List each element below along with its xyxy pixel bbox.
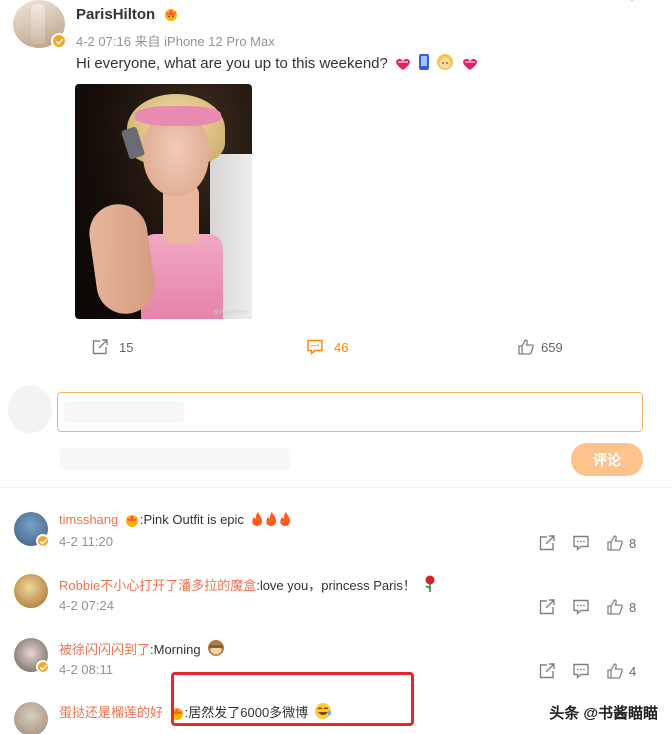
divider — [0, 487, 672, 488]
post-text: Hi everyone, what are you up to this wee… — [76, 53, 479, 72]
like-icon[interactable] — [606, 598, 624, 616]
heart-icon — [462, 58, 477, 70]
comment-item: Robbie不小心打开了潘多拉的魔盒:love you，princess Par… — [0, 572, 672, 632]
comment-actions: 8 — [532, 534, 672, 554]
image-watermark: @ParisHilton — [212, 310, 248, 316]
comment-icon[interactable] — [572, 598, 590, 616]
comment-username[interactable]: 蛋挞还是榴莲的好 — [59, 705, 163, 720]
verified-icon — [36, 534, 50, 548]
comment-button[interactable]: 46 — [306, 338, 348, 356]
share-icon[interactable] — [538, 534, 556, 552]
weibo-post: ParisHilton 4-2 07:16 来自 iPhone 12 Pro M… — [0, 0, 672, 380]
photo-arm — [85, 200, 159, 318]
comment-actions: 8 — [532, 598, 672, 618]
author-name[interactable]: ParisHilton — [76, 6, 179, 23]
composer-avatar — [8, 385, 52, 433]
commenter-avatar[interactable] — [14, 638, 50, 674]
woman-icon — [437, 54, 454, 70]
heart-icon — [396, 58, 410, 70]
composer-options — [60, 448, 290, 470]
comment-username[interactable]: Robbie不小心打开了潘多拉的魔盒 — [59, 578, 256, 593]
commenter-avatar[interactable] — [14, 574, 48, 608]
share-icon — [92, 339, 108, 355]
share-icon[interactable] — [538, 662, 556, 680]
verified-icon — [36, 660, 50, 674]
post-image[interactable]: @ParisHilton — [75, 84, 252, 319]
input-faded-placeholder — [64, 401, 184, 423]
comment-text: Robbie不小心打开了潘多拉的魔盒:love you，princess Par… — [59, 575, 438, 594]
share-icon[interactable] — [538, 598, 556, 616]
comment-time: 4-2 08:11 — [59, 662, 113, 677]
monkey-icon — [208, 640, 225, 656]
comment-time: 4-2 07:24 — [59, 598, 114, 613]
comment-like-count: 8 — [629, 600, 637, 615]
commenter-avatar[interactable] — [14, 702, 48, 734]
rose-icon — [425, 575, 434, 592]
submit-comment-button[interactable]: 评论 — [571, 443, 643, 476]
red-highlight-box — [171, 672, 414, 726]
like-icon[interactable] — [606, 662, 624, 680]
comment-icon[interactable] — [572, 662, 590, 680]
comment-actions: 4 — [532, 662, 672, 682]
comment-item: timsshang :Pink Outfit is epic 4-2 11:20… — [0, 508, 672, 568]
share-button[interactable]: 15 — [91, 338, 133, 356]
share-count: 15 — [119, 339, 134, 355]
comment-count: 46 — [334, 339, 349, 355]
comment-text: timsshang :Pink Outfit is epic — [59, 511, 292, 527]
like-button[interactable]: 659 — [517, 338, 563, 356]
comment-username[interactable]: timsshang — [59, 512, 118, 527]
author-avatar[interactable] — [13, 0, 67, 49]
post-actions: 15 46 659 — [0, 338, 672, 360]
comment-like-count: 4 — [629, 664, 637, 679]
commenter-avatar[interactable] — [14, 512, 50, 548]
comment-like-count: 8 — [629, 536, 637, 551]
comment-time: 4-2 11:20 — [59, 534, 113, 549]
post-meta: 4-2 07:16 来自 iPhone 12 Pro Max — [76, 34, 275, 49]
crown-icon — [125, 515, 138, 527]
like-icon[interactable] — [606, 534, 624, 552]
comment-text: 被徐闪闪闪到了:Morning — [59, 639, 226, 658]
photo-scarf — [135, 106, 221, 126]
comment-icon — [307, 339, 323, 356]
comment-input[interactable] — [57, 392, 643, 432]
crown-icon — [165, 9, 178, 21]
verified-icon — [51, 33, 67, 49]
fire-icon — [251, 512, 290, 526]
comment-icon[interactable] — [572, 534, 590, 552]
comment-username[interactable]: 被徐闪闪闪到了 — [59, 642, 150, 657]
like-count: 659 — [541, 339, 563, 355]
source-watermark: 头条 @书酱瞄瞄 — [549, 705, 658, 722]
like-icon — [518, 339, 534, 355]
phone-icon — [419, 54, 430, 70]
